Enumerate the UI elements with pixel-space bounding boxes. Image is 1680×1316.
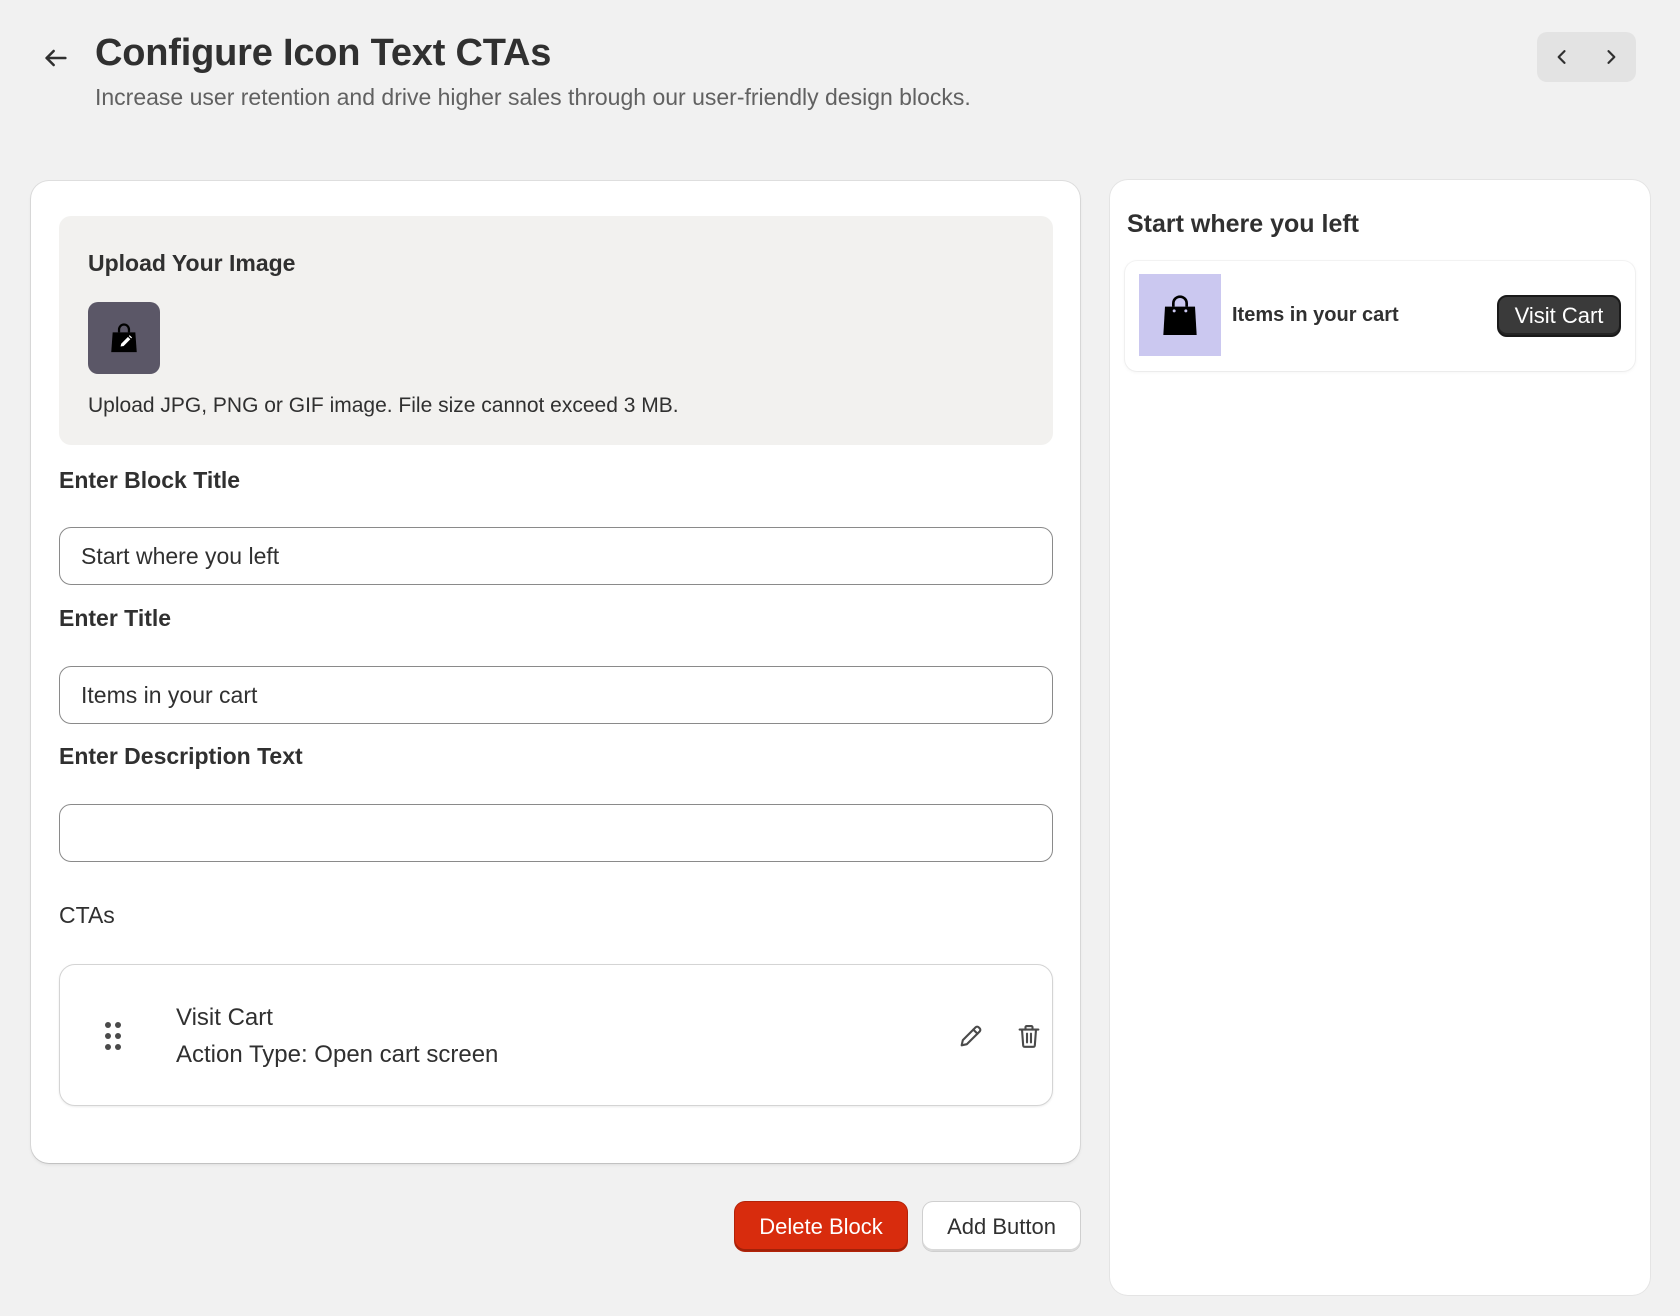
preview-card: Start where you left Items in your cart … xyxy=(1110,180,1650,1295)
chevron-left-icon xyxy=(1557,50,1566,64)
block-title-input[interactable] xyxy=(59,527,1053,585)
upload-title: Upload Your Image xyxy=(88,250,296,276)
arrow-left-icon xyxy=(45,49,67,67)
shopping-bag-edit-icon xyxy=(111,323,137,353)
cta-title: Visit Cart xyxy=(176,1004,273,1031)
cta-list-item: Visit Cart Action Type: Open cart screen xyxy=(59,964,1053,1106)
page-title: Configure Icon Text CTAs xyxy=(95,32,552,74)
title-label: Enter Title xyxy=(59,605,172,631)
ctas-label: CTAs xyxy=(59,902,115,928)
block-title-label: Enter Block Title xyxy=(59,467,241,493)
shopping-bag-icon xyxy=(1163,295,1197,335)
preview-image xyxy=(1139,274,1221,356)
cta-action-type: Action Type: Open cart screen xyxy=(176,1041,499,1068)
add-button[interactable]: Add Button xyxy=(923,1202,1080,1251)
page-subtitle: Increase user retention and drive higher… xyxy=(95,84,971,110)
preview-item-title: Items in your cart xyxy=(1232,304,1399,326)
delete-block-button[interactable]: Delete Block xyxy=(735,1202,907,1251)
page-header: Configure Icon Text CTAs Increase user r… xyxy=(0,0,1680,150)
upload-image-button[interactable] xyxy=(88,302,160,374)
chevron-right-icon xyxy=(1607,50,1616,64)
preview-visit-cart-button[interactable]: Visit Cart xyxy=(1497,295,1621,337)
drag-handle-icon[interactable] xyxy=(104,1021,122,1051)
pagination xyxy=(1537,32,1636,82)
upload-image-section: Upload Your Image Upload JPG, PNG or GIF… xyxy=(59,216,1053,445)
pencil-icon xyxy=(960,1025,982,1047)
upload-hint: Upload JPG, PNG or GIF image. File size … xyxy=(88,394,679,417)
preview-block-title: Start where you left xyxy=(1127,210,1359,238)
description-input[interactable] xyxy=(59,804,1053,862)
description-label: Enter Description Text xyxy=(59,743,303,769)
previous-button[interactable] xyxy=(1537,32,1587,82)
title-input[interactable] xyxy=(59,666,1053,724)
next-button[interactable] xyxy=(1587,32,1637,82)
edit-cta-button[interactable] xyxy=(955,1020,987,1052)
block-config-card: Upload Your Image Upload JPG, PNG or GIF… xyxy=(31,181,1080,1163)
preview-item: Items in your cart Visit Cart xyxy=(1125,261,1635,371)
back-button[interactable] xyxy=(36,38,76,78)
delete-cta-button[interactable] xyxy=(1013,1020,1045,1052)
trash-icon xyxy=(1018,1025,1040,1048)
